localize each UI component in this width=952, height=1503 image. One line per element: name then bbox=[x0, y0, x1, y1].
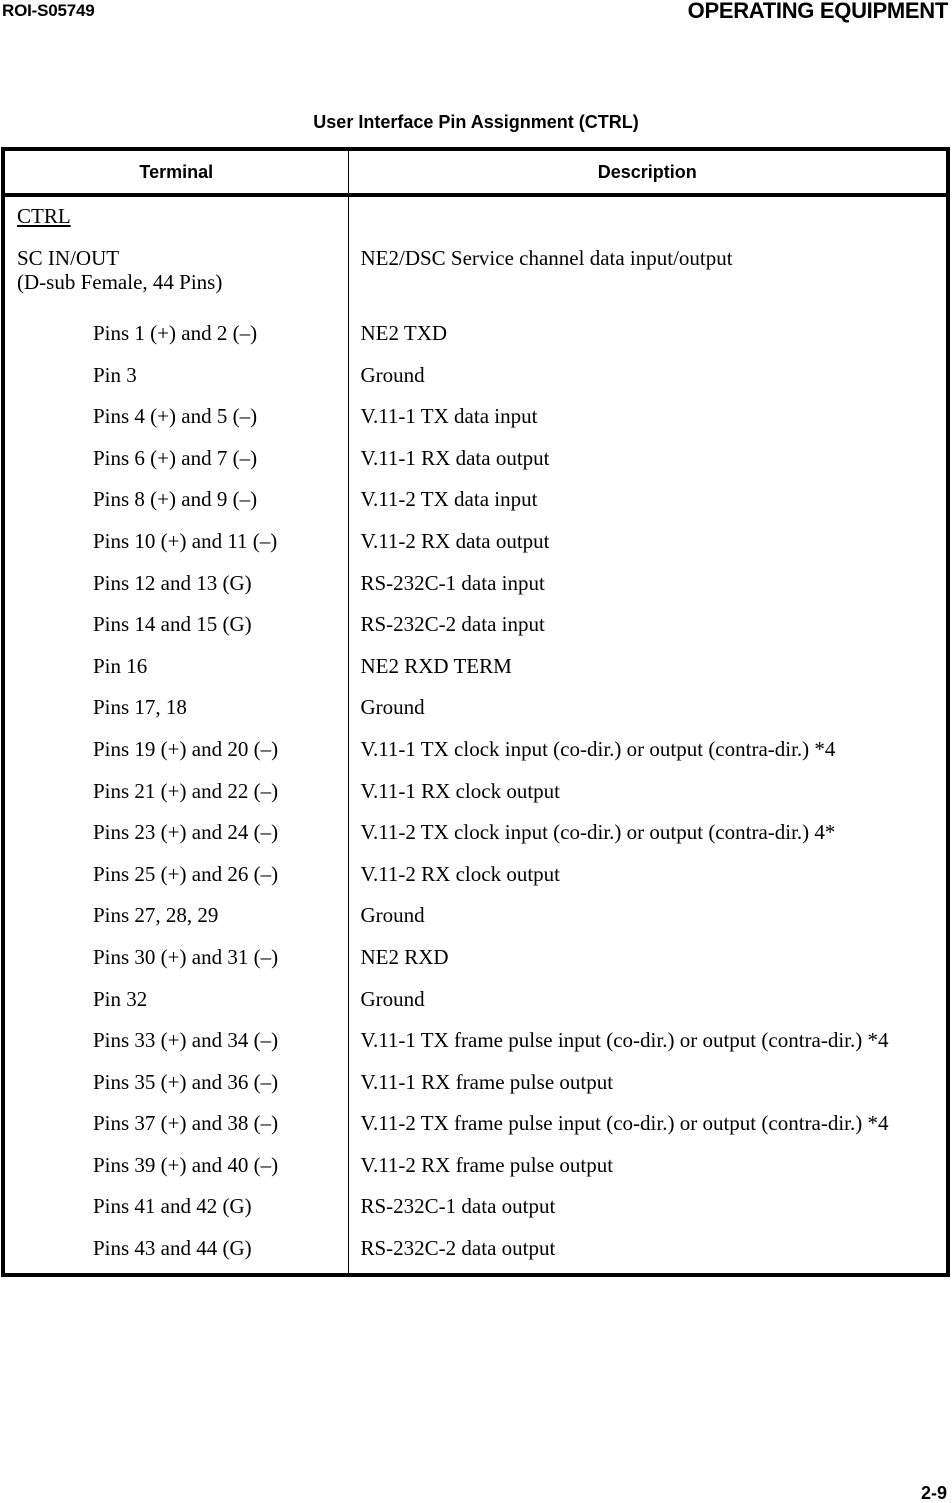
table-row: Pins 14 and 15 (G) RS-232C-2 data input bbox=[3, 605, 948, 647]
description-cell: V.11-1 TX data input bbox=[360, 404, 538, 429]
table-title: User Interface Pin Assignment (CTRL) bbox=[313, 112, 639, 132]
description-cell: RS-232C-1 data input bbox=[360, 570, 545, 595]
description-cell: V.11-2 RX frame pulse output bbox=[360, 1152, 614, 1177]
description-cell: V.11-2 RX clock output bbox=[360, 861, 561, 886]
table-row: Pin 32 Ground bbox=[3, 979, 948, 1022]
terminal-cell: Pin 16 bbox=[3, 646, 349, 689]
description-cell: Ground bbox=[360, 903, 425, 928]
terminal-cell: Pins 35 (+) and 36 (–) bbox=[3, 1062, 349, 1105]
connector-type: (D-sub Female, 44 Pins) bbox=[17, 270, 223, 294]
table-row: Pins 4 (+) and 5 (–) V.11-1 TX data input bbox=[3, 397, 948, 439]
description-cell: Ground bbox=[360, 695, 425, 720]
table-row: Pins 37 (+) and 38 (–) V.11-2 TX frame pu… bbox=[3, 1104, 948, 1146]
terminal-cell: Pins 21 (+) and 22 (–) bbox=[3, 771, 349, 814]
page-number: 2-9 bbox=[920, 1483, 947, 1503]
terminal-cell: Pins 25 (+) and 26 (–) bbox=[3, 854, 349, 897]
table-row: Pins 43 and 44 (G) RS-232C-2 data output bbox=[3, 1229, 948, 1276]
table-row: Pins 1 (+) and 2 (–) NE2 TXD bbox=[3, 314, 948, 356]
terminal-cell: Pins 8 (+) and 9 (–) bbox=[3, 480, 349, 522]
description-cell: V.11-2 TX clock input (co-dir.) or outpu… bbox=[360, 820, 836, 845]
table-row: Pin 16 NE2 RXD TERM bbox=[3, 646, 948, 689]
table-row: Pins 39 (+) and 40 (–) V.11-2 RX frame pu… bbox=[3, 1145, 948, 1188]
description-cell: RS-232C-2 data output bbox=[360, 1236, 556, 1261]
description-cell: NE2 RXD TERM bbox=[360, 653, 512, 678]
document-id: ROI-S05749 bbox=[2, 1, 95, 20]
terminal-cell: Pins 43 and 44 (G) bbox=[3, 1229, 349, 1276]
terminal-cell: Pins 39 (+) and 40 (–) bbox=[3, 1145, 349, 1188]
terminal-cell: Pins 23 (+) and 24 (–) bbox=[3, 813, 349, 855]
description-cell: Ground bbox=[360, 986, 425, 1011]
table-row: Pins 6 (+) and 7 (–) V.11-1 RX data outpu… bbox=[3, 438, 948, 481]
table-row: Pins 25 (+) and 26 (–) V.11-2 RX clock ou… bbox=[3, 854, 948, 897]
terminal-cell: Pins 33 (+) and 34 (–) bbox=[3, 1021, 349, 1063]
description-cell: V.11-1 RX clock output bbox=[360, 778, 561, 803]
table-row: Pins 41 and 42 (G) RS-232C-1 data output bbox=[3, 1187, 948, 1230]
description-cell: V.11-2 TX frame pulse input (co-dir.) or… bbox=[360, 1111, 889, 1136]
table-row: Pins 23 (+) and 24 (–) V.11-2 TX clock in… bbox=[3, 813, 948, 855]
terminal-cell: Pin 3 bbox=[3, 355, 349, 398]
table-row: Pins 8 (+) and 9 (–) V.11-2 TX data input bbox=[3, 480, 948, 522]
terminal-cell: Pins 30 (+) and 31 (–) bbox=[3, 937, 349, 980]
table-row: Pins 33 (+) and 34 (–) V.11-1 TX frame pu… bbox=[3, 1021, 948, 1063]
description-cell: RS-232C-2 data input bbox=[360, 612, 545, 637]
terminal-cell: Pins 10 (+) and 11 (–) bbox=[3, 521, 349, 564]
connector-row: SC IN/OUT (D-sub Female, 44 Pins) NE2/DS… bbox=[3, 246, 948, 314]
terminal-cell: Pins 14 and 15 (G) bbox=[3, 605, 349, 647]
description-cell: V.11-2 TX data input bbox=[360, 487, 538, 512]
terminal-cell: Pin 32 bbox=[3, 979, 349, 1022]
connector-description: NE2/DSC Service channel data input/outpu… bbox=[360, 246, 733, 270]
section-row: CTRL bbox=[3, 195, 948, 246]
section-title: OPERATING EQUIPMENT bbox=[687, 0, 949, 23]
terminal-cell: Pins 27, 28, 29 bbox=[3, 896, 349, 938]
table-row: Pins 21 (+) and 22 (–) V.11-1 RX clock ou… bbox=[3, 771, 948, 814]
column-header-terminal: Terminal bbox=[3, 149, 349, 197]
description-cell: NE2 TXD bbox=[360, 321, 448, 345]
terminal-cell: Pins 19 (+) and 20 (–) bbox=[3, 729, 349, 772]
description-cell: V.11-1 TX clock input (co-dir.) or outpu… bbox=[360, 736, 836, 761]
table-header-row: Terminal Description bbox=[3, 149, 948, 197]
table-row: Pins 27, 28, 29 Ground bbox=[3, 896, 948, 938]
description-cell: NE2 RXD bbox=[360, 944, 449, 969]
description-cell: V.11-1 TX frame pulse input (co-dir.) or… bbox=[360, 1028, 889, 1053]
table-row: Pins 30 (+) and 31 (–) NE2 RXD bbox=[3, 937, 948, 980]
table-row: Pins 10 (+) and 11 (–) V.11-2 RX data out… bbox=[3, 521, 948, 564]
section-label: CTRL bbox=[17, 204, 71, 228]
description-cell: Ground bbox=[360, 362, 425, 387]
terminal-cell: Pins 6 (+) and 7 (–) bbox=[3, 438, 349, 481]
table-row: Pins 17, 18 Ground bbox=[3, 688, 948, 730]
terminal-cell: Pins 12 and 13 (G) bbox=[3, 563, 349, 606]
description-cell: V.11-1 RX data output bbox=[360, 445, 550, 470]
terminal-cell: Pins 4 (+) and 5 (–) bbox=[3, 397, 349, 439]
column-header-description: Description bbox=[348, 149, 948, 197]
description-cell: V.11-1 RX frame pulse output bbox=[360, 1069, 614, 1094]
table-row: Pins 35 (+) and 36 (–) V.11-1 RX frame pu… bbox=[3, 1062, 948, 1105]
table-row: Pins 19 (+) and 20 (–) V.11-1 TX clock in… bbox=[3, 729, 948, 772]
pin-assignment-table: Terminal Description CTRL SC IN/OUT (D-s… bbox=[1, 147, 950, 1278]
description-cell: V.11-2 RX data output bbox=[360, 528, 550, 553]
terminal-cell: Pins 17, 18 bbox=[3, 688, 349, 730]
table-row: Pin 3 Ground bbox=[3, 355, 948, 398]
terminal-cell: Pins 37 (+) and 38 (–) bbox=[3, 1104, 349, 1146]
terminal-cell: Pins 1 (+) and 2 (–) bbox=[3, 314, 349, 356]
description-cell: RS-232C-1 data output bbox=[360, 1194, 556, 1219]
table-row: Pins 12 and 13 (G) RS-232C-1 data input bbox=[3, 563, 948, 606]
connector-name: SC IN/OUT bbox=[17, 246, 120, 270]
terminal-cell: Pins 41 and 42 (G) bbox=[3, 1187, 349, 1230]
